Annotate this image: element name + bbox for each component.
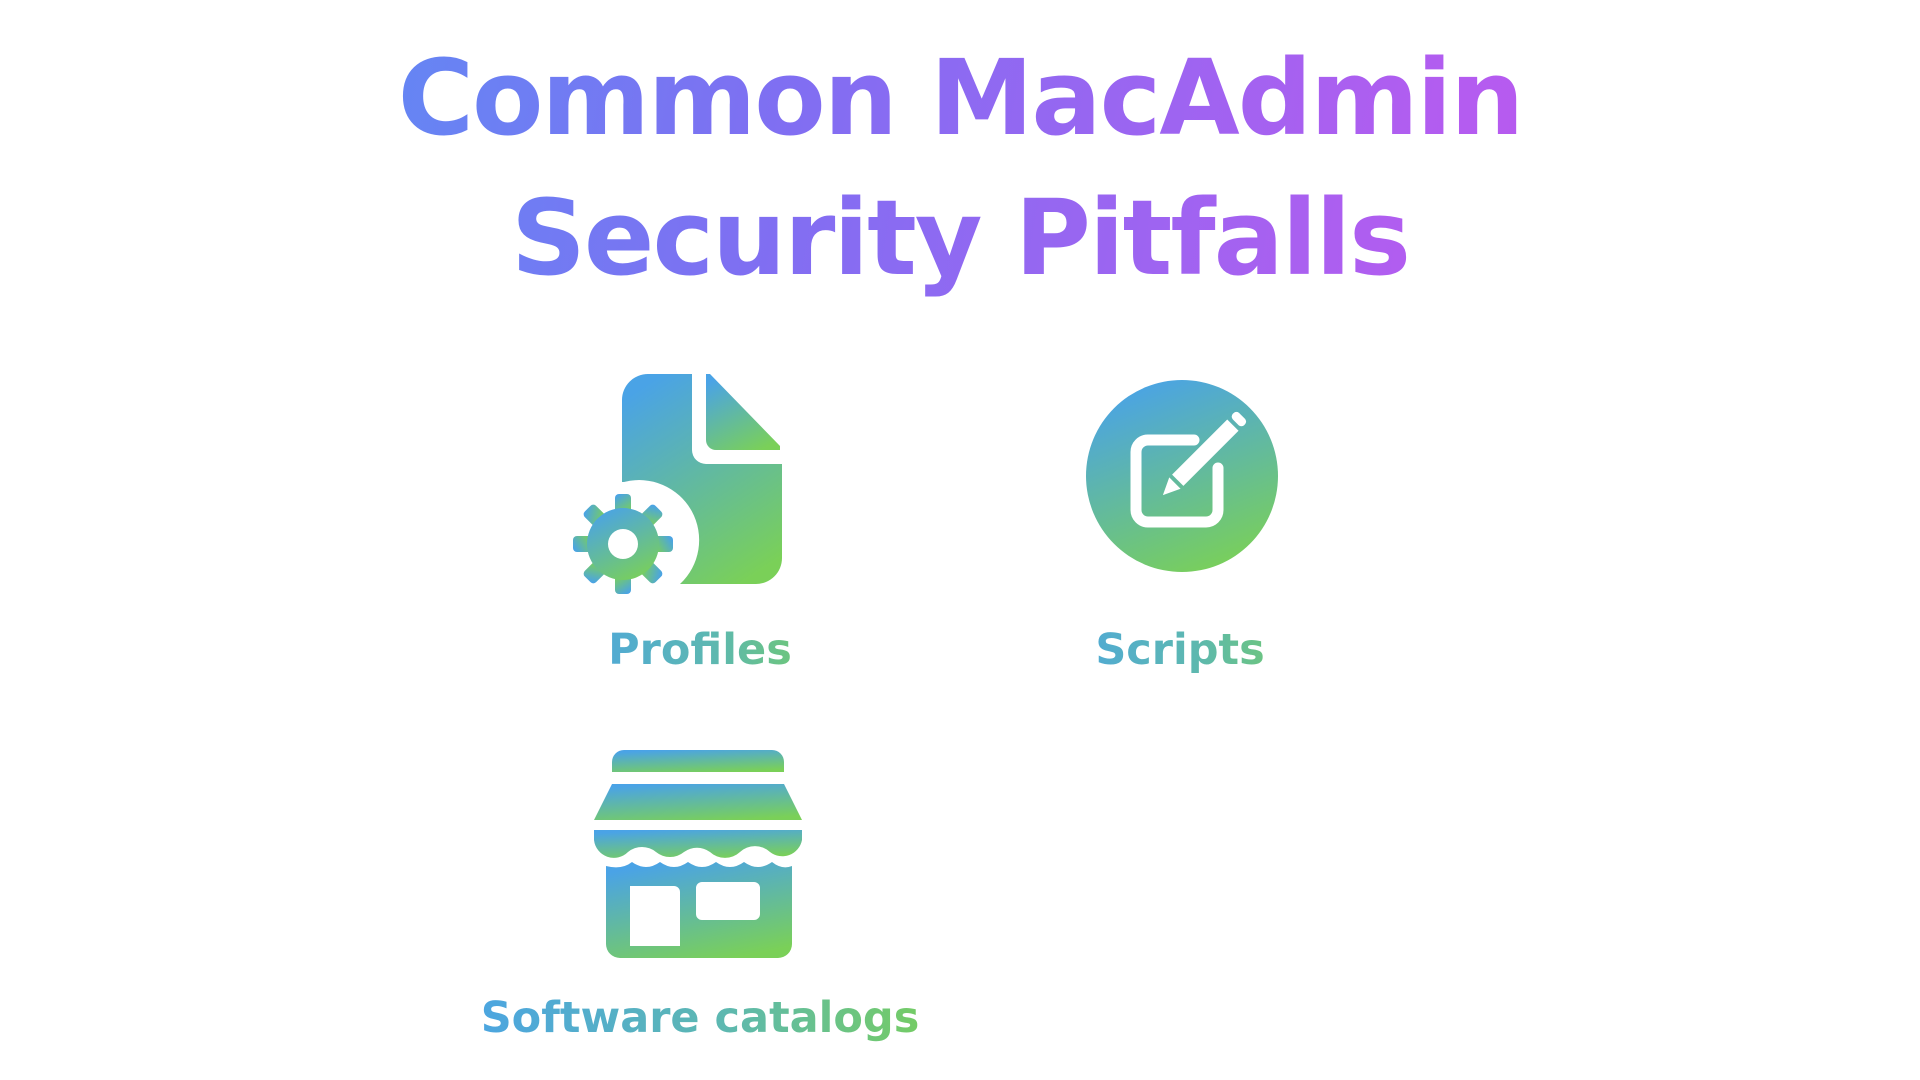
profiles-label: Profiles xyxy=(550,622,850,678)
slide-title: Common MacAdmin Security Pitfalls xyxy=(0,28,1920,308)
software-catalogs-label: Software catalogs xyxy=(450,990,950,1046)
slide-title-line-2: Security Pitfalls xyxy=(511,177,1409,299)
storefront-icon xyxy=(594,750,802,958)
scripts-label: Scripts xyxy=(1030,622,1330,678)
slide-title-line-1: Common MacAdmin xyxy=(397,37,1523,159)
pencil-square-circle-icon xyxy=(1086,380,1278,572)
document-gear-icon xyxy=(573,374,782,594)
